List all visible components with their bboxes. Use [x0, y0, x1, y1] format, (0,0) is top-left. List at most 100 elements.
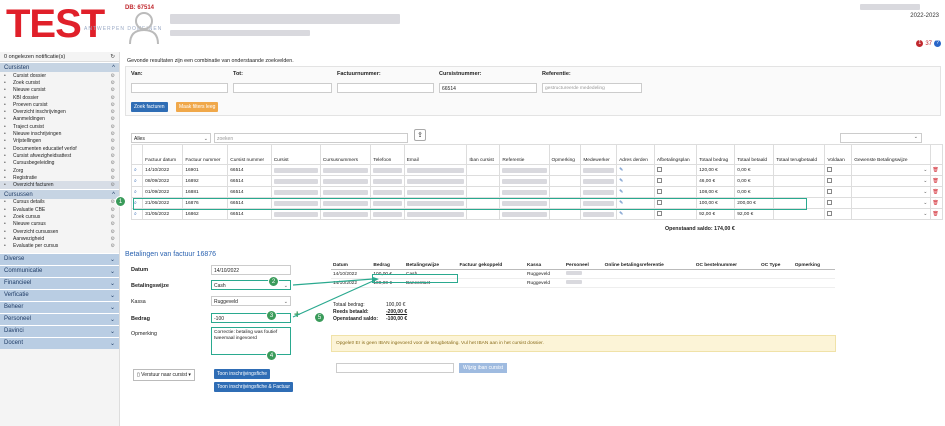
checkbox[interactable] — [656, 188, 662, 194]
help-icon[interactable]: ? — [934, 40, 941, 47]
checkbox[interactable] — [827, 199, 833, 205]
payment-select[interactable]: ⌄ — [851, 175, 931, 187]
edit-icon[interactable]: ✎ — [616, 208, 655, 220]
column-header[interactable]: Cursist nummer — [227, 144, 272, 165]
section-collapsed[interactable]: Docent ⌄ — [0, 336, 119, 349]
checkbox[interactable] — [656, 166, 662, 172]
payment-select[interactable]: ⌄ — [851, 164, 931, 176]
show-enrollment-button[interactable]: Toon inschrijvingsfiche — [214, 369, 271, 379]
show-enrollment-invoice-button[interactable]: Toon inschrijvingsfiche & Factuur — [214, 382, 294, 392]
sidebar-item[interactable]: • Aanwezigheid ⚙ — [0, 235, 119, 242]
remark-textarea[interactable]: Correctie: betaling was foutief tweemaal… — [211, 327, 291, 355]
column-header[interactable]: Afbetalingsplan — [653, 144, 698, 165]
sidebar-item[interactable]: • Nieuwe cursist ⚙ — [0, 87, 119, 94]
payment-select[interactable]: ⌄ — [851, 208, 931, 220]
search-icon[interactable]: ⌕ — [130, 208, 144, 220]
table-search-input[interactable]: zoeken — [214, 133, 408, 143]
section-collapsed[interactable]: Financieel ⌄ — [0, 276, 119, 289]
sidebar-item[interactable]: • Aanmeldingen ⚙ — [0, 116, 119, 123]
alert-count[interactable]: 37 — [925, 41, 932, 47]
cursistnummer-input[interactable]: 66514 — [439, 83, 537, 93]
settings-icon[interactable]: ⚙ — [111, 221, 115, 227]
trash-icon[interactable]: 🗑 — [929, 208, 943, 220]
checkbox[interactable] — [827, 177, 833, 183]
settings-icon[interactable]: ⚙ — [111, 168, 115, 174]
sidebar-item[interactable]: • Vrijstellingen ⚙ — [0, 138, 119, 145]
settings-icon[interactable]: ⚙ — [111, 146, 115, 152]
column-header[interactable]: Factuur datum — [142, 144, 184, 165]
column-header[interactable]: Totaal betaald — [734, 144, 775, 165]
sidebar-item[interactable]: • Zoek cursist ⚙ — [0, 79, 119, 86]
search-icon[interactable]: ⌕ — [130, 186, 144, 198]
search-invoices-button[interactable]: Zoek facturen — [131, 102, 168, 112]
checkbox[interactable] — [656, 210, 662, 216]
checkbox[interactable] — [827, 166, 833, 172]
settings-icon[interactable]: ⚙ — [111, 236, 115, 242]
settings-icon[interactable]: ⚙ — [111, 80, 115, 86]
section-collapsed[interactable]: Davinci ⌄ — [0, 324, 119, 337]
edit-icon[interactable]: ✎ — [616, 175, 655, 187]
column-header[interactable]: Cursusnummers — [319, 144, 372, 165]
trash-icon[interactable]: 🗑 — [929, 164, 943, 176]
kassa-select[interactable]: Ruggeveld ⌄ — [211, 296, 291, 306]
settings-icon[interactable]: ⚙ — [111, 175, 115, 181]
tot-input[interactable] — [233, 83, 332, 93]
section-collapsed[interactable]: Diverse ⌄ — [0, 252, 119, 265]
section-cursisten[interactable]: Cursisten ^ — [0, 62, 119, 72]
filter-select[interactable]: Alles ⌄ — [131, 133, 211, 143]
settings-icon[interactable]: ⚙ — [111, 243, 115, 249]
search-icon[interactable]: ⌕ — [130, 175, 144, 187]
column-header[interactable]: Gewenste Betalingswijze — [851, 144, 931, 165]
datum-input[interactable]: 14/10/2022 — [211, 265, 291, 275]
settings-icon[interactable]: ⚙ — [111, 87, 115, 93]
sidebar-item[interactable]: • Cursusbegeleiding ⚙ — [0, 160, 119, 167]
table-row[interactable]: ⌕ 08/09/2022 16892 66514 ✎ 46,00 €0,00 € ⌄ 🗑 — [130, 175, 943, 187]
settings-icon[interactable]: ⚙ — [111, 95, 115, 101]
settings-icon[interactable]: ⚙ — [111, 131, 115, 137]
settings-icon[interactable]: ⚙ — [111, 207, 115, 213]
alert-badge[interactable]: 1 — [916, 40, 924, 47]
notifications[interactable]: 0 ongelezen notificatie(s) ↻ — [0, 52, 119, 62]
send-to-student-button[interactable]: ▯ Verstuur naar cursist ▾ — [133, 369, 195, 381]
trash-icon[interactable]: 🗑 — [929, 175, 943, 187]
export-icon[interactable]: ⇪ — [414, 129, 426, 141]
van-input[interactable] — [131, 83, 228, 93]
column-header[interactable]: Iban cursist — [466, 144, 501, 165]
sidebar-item[interactable]: • Cursist dossier ⚙ — [0, 72, 119, 79]
settings-icon[interactable]: ⚙ — [111, 102, 115, 108]
column-header[interactable]: Referentie — [499, 144, 550, 165]
sidebar-item[interactable]: • Documenten educatief verlof ⚙ — [0, 145, 119, 152]
factuurnummer-input[interactable] — [337, 83, 434, 93]
change-iban-button[interactable]: Wijzig iban cursist — [459, 363, 508, 373]
sidebar-item[interactable]: • Overzicht facturen ⚙ — [0, 181, 119, 189]
edit-icon[interactable]: ✎ — [616, 186, 655, 198]
sidebar-item[interactable]: • KBI dossier ⚙ — [0, 94, 119, 101]
sidebar-item[interactable]: • Zorg ⚙ — [0, 167, 119, 174]
refresh-icon[interactable]: ↻ — [110, 54, 115, 60]
column-header[interactable]: Cursist — [270, 144, 321, 165]
payment-select[interactable]: ⌄ — [851, 197, 931, 209]
column-header[interactable]: Totaal terugbetaald — [773, 144, 826, 165]
sidebar-item[interactable]: • Cursist afwezigheidsattest ⚙ — [0, 152, 119, 159]
column-header[interactable]: Medewerker — [580, 144, 618, 165]
section-collapsed[interactable]: Personeel ⌄ — [0, 312, 119, 325]
sidebar-item[interactable]: • Registratie ⚙ — [0, 174, 119, 181]
sidebar-item[interactable]: • Proeven cursist ⚙ — [0, 101, 119, 108]
settings-icon[interactable]: ⚙ — [111, 116, 115, 122]
settings-icon[interactable]: ⚙ — [111, 109, 115, 115]
sidebar-item[interactable]: • Zoek cursus ⚙ — [0, 213, 119, 220]
table-row[interactable]: ⌕ 31/05/2022 16862 66514 ✎ 92,00 €92,00 € ⌄ 🗑 — [130, 208, 943, 220]
table-row[interactable]: ⌕ 01/09/2022 16881 66514 ✎ 108,00 €0,00 € ⌄ 🗑 — [130, 186, 943, 198]
section-collapsed[interactable]: Verficatie ⌄ — [0, 288, 119, 301]
settings-icon[interactable]: ⚙ — [111, 138, 115, 144]
sidebar-item[interactable]: • Evaluatie CBE ⚙ — [0, 206, 119, 213]
settings-icon[interactable]: ⚙ — [111, 73, 115, 79]
sidebar-item[interactable]: • Nieuwe inschrijvingen ⚙ — [0, 130, 119, 137]
sidebar-item[interactable]: • Nieuwe cursus ⚙ — [0, 221, 119, 228]
column-header[interactable]: Voldaan — [824, 144, 853, 165]
trash-icon[interactable]: 🗑 — [929, 197, 943, 209]
sidebar-item[interactable]: • Overzicht inschrijvingen ⚙ — [0, 108, 119, 115]
iban-input[interactable] — [336, 363, 454, 373]
settings-icon[interactable]: ⚙ — [111, 160, 115, 166]
referentie-input[interactable]: gestructureerde mededeling — [542, 83, 642, 93]
